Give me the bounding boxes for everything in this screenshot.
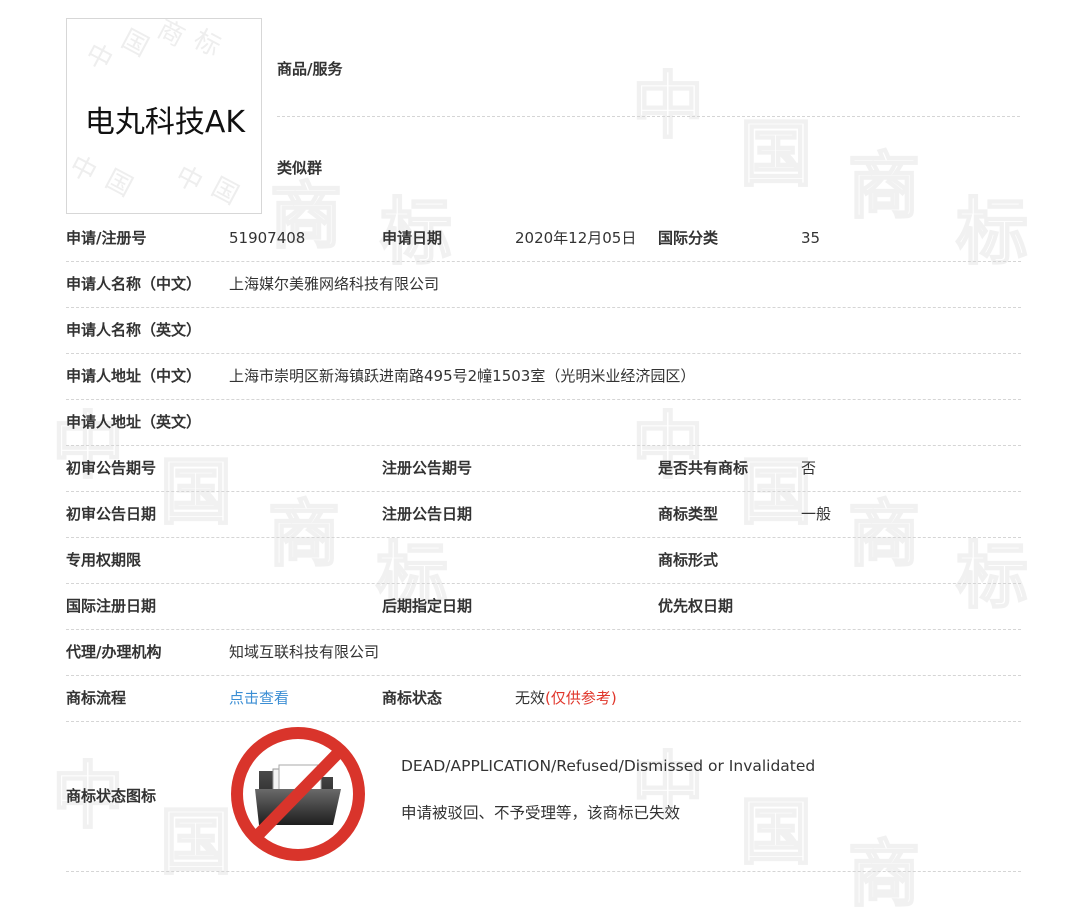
address-cn-value: 上海市崇明区新海镇跃进南路495号2幢1503室（光明米业经济园区） bbox=[229, 367, 696, 385]
tm-form-label: 商标形式 bbox=[658, 551, 719, 569]
divider bbox=[277, 116, 1020, 117]
later-date-label: 后期指定日期 bbox=[382, 597, 473, 615]
exclusive-period-label: 专用权期限 bbox=[66, 551, 142, 569]
logo-watermark: 商 bbox=[152, 18, 190, 54]
applicant-cn-value: 上海媒尔美雅网络科技有限公司 bbox=[229, 275, 440, 293]
detail-row: 初审公告日期 注册公告日期 商标类型 一般 bbox=[66, 491, 1021, 538]
applicant-cn-label: 申请人名称（中文） bbox=[66, 275, 202, 293]
detail-row: 申请人地址（中文） 上海市崇明区新海镇跃进南路495号2幢1503室（光明米业经… bbox=[66, 353, 1021, 400]
status-description-zh: 申请被驳回、不予受理等，该商标已失效 bbox=[401, 804, 681, 822]
logo-watermark: 标 bbox=[188, 24, 226, 64]
detail-row: 申请/注册号 51907408 申请日期 2020年12月05日 国际分类 35 bbox=[66, 215, 1021, 262]
logo-watermark: 中 bbox=[66, 150, 102, 190]
status-icon-row: 商标状态图标 DEAD/APPLICATION/Refused/Dismisse… bbox=[66, 721, 1021, 872]
intl-class-value: 35 bbox=[801, 229, 821, 247]
folder-prohibited-icon bbox=[231, 727, 365, 861]
detail-row: 申请人名称（英文） bbox=[66, 307, 1021, 354]
status-label: 商标状态 bbox=[382, 689, 443, 707]
detail-row: 初审公告期号 注册公告期号 是否共有商标 否 bbox=[66, 445, 1021, 492]
logo-watermark: 国 bbox=[116, 24, 154, 64]
priority-date-label: 优先权日期 bbox=[658, 597, 734, 615]
reg-date-label: 注册公告日期 bbox=[382, 505, 473, 523]
apply-date-value: 2020年12月05日 bbox=[515, 229, 637, 247]
status-text: 无效 bbox=[515, 689, 546, 707]
reg-no-value: 51907408 bbox=[229, 229, 306, 247]
logo-watermark: 国 bbox=[206, 172, 244, 212]
shared-value: 否 bbox=[801, 459, 817, 477]
detail-row: 商标流程 点击查看 商标状态 无效(仅供参考) bbox=[66, 675, 1021, 722]
status-value: 无效(仅供参考) bbox=[515, 675, 617, 721]
agent-value: 知域互联科技有限公司 bbox=[229, 643, 380, 661]
intl-class-label: 国际分类 bbox=[658, 229, 719, 247]
detail-row: 申请人名称（中文） 上海媒尔美雅网络科技有限公司 bbox=[66, 261, 1021, 308]
detail-row: 申请人地址（英文） bbox=[66, 399, 1021, 446]
apply-date-label: 申请日期 bbox=[382, 229, 443, 247]
reg-issue-label: 注册公告期号 bbox=[382, 459, 473, 477]
address-en-label: 申请人地址（英文） bbox=[66, 413, 202, 431]
detail-row: 国际注册日期 后期指定日期 优先权日期 bbox=[66, 583, 1021, 630]
tm-type-label: 商标类型 bbox=[658, 505, 719, 523]
status-description-en: DEAD/APPLICATION/Refused/Dismissed or In… bbox=[401, 757, 816, 775]
similar-group-label: 类似群 bbox=[277, 159, 323, 177]
detail-row: 代理/办理机构 知域互联科技有限公司 bbox=[66, 629, 1021, 676]
agent-label: 代理/办理机构 bbox=[66, 643, 162, 661]
goods-services-label: 商品/服务 bbox=[277, 60, 343, 78]
applicant-en-label: 申请人名称（英文） bbox=[66, 321, 202, 339]
trademark-image: 中 国 商 标 中 国 中 国 电丸科技AK bbox=[66, 18, 262, 214]
prelim-date-label: 初审公告日期 bbox=[66, 505, 157, 523]
intl-reg-date-label: 国际注册日期 bbox=[66, 597, 157, 615]
trademark-text: 电丸科技AK bbox=[84, 105, 246, 140]
prelim-issue-label: 初审公告期号 bbox=[66, 459, 157, 477]
shared-label: 是否共有商标 bbox=[658, 459, 749, 477]
logo-watermark: 国 bbox=[100, 164, 138, 204]
status-note: (仅供参考) bbox=[545, 689, 617, 707]
flow-label: 商标流程 bbox=[66, 689, 127, 707]
tm-type-value: 一般 bbox=[801, 505, 832, 523]
reg-no-label: 申请/注册号 bbox=[66, 229, 147, 247]
address-cn-label: 申请人地址（中文） bbox=[66, 367, 202, 385]
trademark-detail: 中 国 商 标 中 国 中 国 电丸科技AK 商品/服务 类似群 申请/注册号 … bbox=[0, 0, 1080, 876]
detail-row: 专用权期限 商标形式 bbox=[66, 537, 1021, 584]
status-icon-label: 商标状态图标 bbox=[66, 787, 157, 805]
view-flow-link[interactable]: 点击查看 bbox=[229, 675, 289, 721]
logo-watermark: 中 bbox=[80, 38, 118, 78]
logo-watermark: 中 bbox=[170, 160, 208, 200]
